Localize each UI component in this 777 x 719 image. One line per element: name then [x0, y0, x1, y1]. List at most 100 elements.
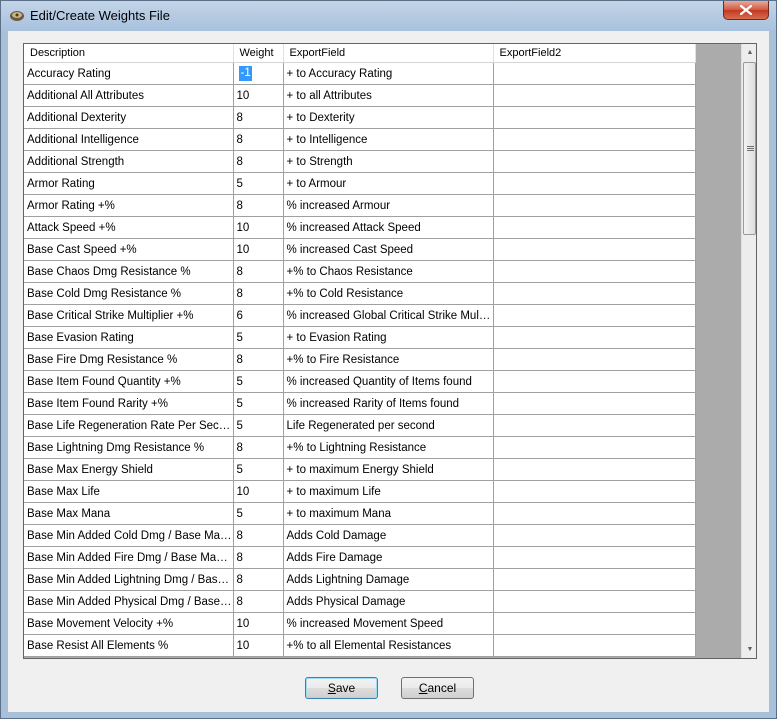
weight-cell[interactable]: 8 [233, 546, 284, 569]
description-cell[interactable]: Base Cast Speed +% [24, 238, 234, 261]
description-cell[interactable]: Base Cold Dmg Resistance % [24, 282, 234, 305]
exportfield-cell[interactable]: + to maximum Life [283, 480, 494, 503]
exportfield2-cell[interactable] [493, 436, 696, 459]
exportfield-cell[interactable]: Adds Fire Damage [283, 546, 494, 569]
description-cell[interactable]: Accuracy Rating [24, 62, 234, 85]
table-row[interactable]: Base Min Added Cold Dmg / Base Max ... 8 A… [24, 524, 696, 547]
description-cell[interactable]: Base Chaos Dmg Resistance % [24, 260, 234, 283]
exportfield-cell[interactable]: + to Dexterity [283, 106, 494, 129]
description-cell[interactable]: Base Item Found Rarity +% [24, 392, 234, 415]
weight-cell[interactable]: 8 [233, 348, 284, 371]
exportfield-cell[interactable]: +% to Fire Resistance [283, 348, 494, 371]
weight-cell[interactable]: 8 [233, 436, 284, 459]
description-cell[interactable]: Base Max Mana [24, 502, 234, 525]
description-cell[interactable]: Base Movement Velocity +% [24, 612, 234, 635]
table-row[interactable]: Armor Rating +% 8% increased Armour [24, 194, 696, 217]
exportfield2-cell[interactable] [493, 150, 696, 173]
exportfield-cell[interactable]: + to maximum Mana [283, 502, 494, 525]
weight-cell[interactable]: 8 [233, 590, 284, 613]
weight-cell[interactable]: 10 [233, 216, 284, 239]
exportfield2-cell[interactable] [493, 634, 696, 657]
exportfield2-cell[interactable] [493, 62, 696, 85]
weight-cell[interactable]: 8 [233, 194, 284, 217]
description-cell[interactable]: Attack Speed +% [24, 216, 234, 239]
exportfield2-cell[interactable] [493, 502, 696, 525]
weight-cell[interactable]: 10 [233, 238, 284, 261]
exportfield2-cell[interactable] [493, 194, 696, 217]
table-row[interactable]: Attack Speed +% 10% increased Attack Spee… [24, 216, 696, 239]
exportfield-cell[interactable]: +% to all Elemental Resistances [283, 634, 494, 657]
description-cell[interactable]: Base Max Life [24, 480, 234, 503]
weight-cell[interactable]: 6 [233, 304, 284, 327]
weight-cell[interactable]: 8 [233, 106, 284, 129]
exportfield2-cell[interactable] [493, 458, 696, 481]
column-header-exportfield[interactable]: ExportField [283, 44, 494, 63]
exportfield2-cell[interactable] [493, 260, 696, 283]
table-row[interactable]: Base Life Regeneration Rate Per Second 5 L… [24, 414, 696, 437]
table-row[interactable]: Base Critical Strike Multiplier +% 6% inc… [24, 304, 696, 327]
exportfield2-cell[interactable] [493, 348, 696, 371]
exportfield-cell[interactable]: +% to Chaos Resistance [283, 260, 494, 283]
weight-cell[interactable]: 8 [233, 150, 284, 173]
table-row[interactable]: Base Max Mana 5 + to maximum Mana [24, 502, 696, 525]
weight-cell[interactable]: 5 [233, 502, 284, 525]
table-row[interactable]: Base Lightning Dmg Resistance % 8 +% to Li… [24, 436, 696, 459]
scroll-thumb[interactable] [743, 62, 756, 235]
weight-cell[interactable]: 8 [233, 282, 284, 305]
weight-cell[interactable]: 8 [233, 260, 284, 283]
table-row[interactable]: Base Item Found Quantity +% 5% increased … [24, 370, 696, 393]
exportfield2-cell[interactable] [493, 480, 696, 503]
exportfield2-cell[interactable] [493, 106, 696, 129]
exportfield2-cell[interactable] [493, 414, 696, 437]
exportfield2-cell[interactable] [493, 546, 696, 569]
weight-cell[interactable]: 8 [233, 568, 284, 591]
table-row[interactable]: Accuracy Rating -1 + to Accuracy Rating [24, 62, 696, 85]
description-cell[interactable]: Additional Dexterity [24, 106, 234, 129]
description-cell[interactable]: Base Min Added Physical Dmg / Base M... [24, 590, 234, 613]
table-row[interactable]: Base Max Life 10 + to maximum Life [24, 480, 696, 503]
description-cell[interactable]: Base Evasion Rating [24, 326, 234, 349]
scroll-down-button[interactable]: ▼ [742, 641, 756, 658]
table-row[interactable]: Base Movement Velocity +% 10% increased M… [24, 612, 696, 635]
title-bar[interactable]: Edit/Create Weights File [1, 1, 776, 31]
weight-cell[interactable]: 10 [233, 84, 284, 107]
exportfield2-cell[interactable] [493, 612, 696, 635]
description-cell[interactable]: Additional Intelligence [24, 128, 234, 151]
table-row[interactable]: Base Cold Dmg Resistance % 8 +% to Cold Re… [24, 282, 696, 305]
column-header-weight[interactable]: Weight [233, 44, 284, 63]
vertical-scrollbar[interactable]: ▲ ▼ [741, 44, 756, 658]
exportfield-cell[interactable]: Adds Lightning Damage [283, 568, 494, 591]
exportfield2-cell[interactable] [493, 392, 696, 415]
weight-cell[interactable]: 5 [233, 370, 284, 393]
weight-cell[interactable]: 5 [233, 392, 284, 415]
exportfield-cell[interactable]: Adds Physical Damage [283, 590, 494, 613]
table-row[interactable]: Base Evasion Rating 5 + to Evasion Rating [24, 326, 696, 349]
weight-cell[interactable]: 8 [233, 128, 284, 151]
weight-cell[interactable]: 5 [233, 172, 284, 195]
exportfield-cell[interactable]: % increased Attack Speed [283, 216, 494, 239]
cancel-button[interactable]: Cancel [401, 677, 474, 699]
table-row[interactable]: Base Cast Speed +% 10% increased Cast Spe… [24, 238, 696, 261]
scroll-up-button[interactable]: ▲ [742, 44, 756, 61]
exportfield-cell[interactable]: + to Evasion Rating [283, 326, 494, 349]
description-cell[interactable]: Base Min Added Cold Dmg / Base Max ... [24, 524, 234, 547]
table-row[interactable]: Additional Dexterity 8 + to Dexterity [24, 106, 696, 129]
exportfield2-cell[interactable] [493, 128, 696, 151]
table-row[interactable]: Base Chaos Dmg Resistance % 8 +% to Chaos … [24, 260, 696, 283]
exportfield2-cell[interactable] [493, 172, 696, 195]
exportfield-cell[interactable]: % increased Rarity of Items found [283, 392, 494, 415]
exportfield-cell[interactable]: + to Strength [283, 150, 494, 173]
description-cell[interactable]: Base Item Found Quantity +% [24, 370, 234, 393]
exportfield-cell[interactable]: + to all Attributes [283, 84, 494, 107]
exportfield-cell[interactable]: Adds Cold Damage [283, 524, 494, 547]
column-header-exportfield2[interactable]: ExportField2 [493, 44, 696, 63]
exportfield2-cell[interactable] [493, 370, 696, 393]
description-cell[interactable]: Additional Strength [24, 150, 234, 173]
table-row[interactable]: Additional All Attributes 10 + to all Attr… [24, 84, 696, 107]
weight-cell[interactable]: 8 [233, 524, 284, 547]
save-button[interactable]: Save [305, 677, 378, 699]
description-cell[interactable]: Base Min Added Fire Dmg / Base Max A... [24, 546, 234, 569]
exportfield-cell[interactable]: % increased Global Critical Strike Multi… [283, 304, 494, 327]
exportfield-cell[interactable]: % increased Armour [283, 194, 494, 217]
table-row[interactable]: Base Resist All Elements % 10 +% to all El… [24, 634, 696, 657]
